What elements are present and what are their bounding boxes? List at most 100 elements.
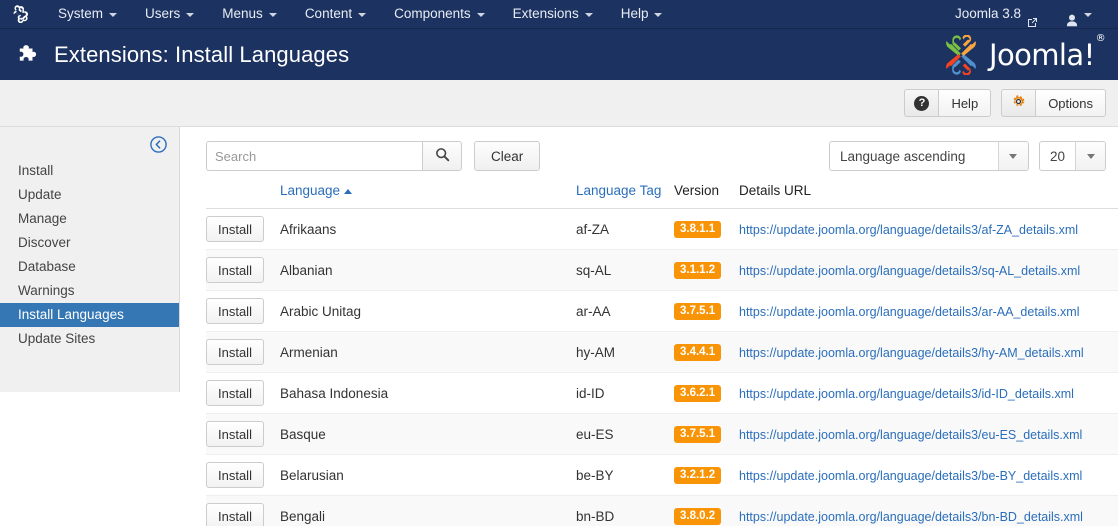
filter-right-group: Language ascending 20 bbox=[828, 141, 1106, 171]
chevron-down-icon bbox=[268, 13, 277, 17]
install-button[interactable]: Install bbox=[206, 339, 264, 365]
version-badge: 3.6.2.1 bbox=[674, 384, 722, 403]
search-input[interactable] bbox=[206, 141, 422, 171]
joomla-logo-mark bbox=[946, 34, 976, 75]
sidebar-item-discover[interactable]: Discover bbox=[0, 231, 179, 255]
column-header-language-tag-link[interactable]: Language Tag bbox=[576, 183, 661, 198]
install-button[interactable]: Install bbox=[206, 257, 264, 283]
sort-ascending-icon bbox=[344, 189, 353, 194]
install-button[interactable]: Install bbox=[206, 421, 264, 447]
sidebar-item-update[interactable]: Update bbox=[0, 183, 179, 207]
nav-item-system[interactable]: System bbox=[44, 0, 131, 28]
cell-install: Install bbox=[206, 249, 280, 291]
cell-install: Install bbox=[206, 454, 280, 496]
install-button[interactable]: Install bbox=[206, 216, 264, 242]
nav-item-extensions[interactable]: Extensions bbox=[499, 0, 607, 28]
user-menu-button[interactable] bbox=[1052, 0, 1106, 28]
details-url-link[interactable]: https://update.joomla.org/language/detai… bbox=[739, 305, 1079, 319]
cell-details-url: https://update.joomla.org/language/detai… bbox=[739, 454, 1118, 496]
cell-language: Belarusian bbox=[280, 454, 576, 496]
external-link-icon bbox=[1027, 10, 1038, 27]
details-url-link[interactable]: https://update.joomla.org/language/detai… bbox=[739, 387, 1074, 401]
column-header-language-link[interactable]: Language bbox=[280, 183, 340, 198]
nav-item-users[interactable]: Users bbox=[131, 0, 208, 28]
clear-button[interactable]: Clear bbox=[474, 141, 541, 171]
table-row: Install Belarusian be-BY 3.2.1.2 https:/… bbox=[206, 454, 1118, 496]
table-row: Install Arabic Unitag ar-AA 3.7.5.1 http… bbox=[206, 290, 1118, 332]
details-url-link[interactable]: https://update.joomla.org/language/detai… bbox=[739, 346, 1084, 360]
sort-select[interactable]: Language ascending bbox=[828, 141, 1029, 171]
table-row: Install Bahasa Indonesia id-ID 3.6.2.1 h… bbox=[206, 372, 1118, 414]
search-icon bbox=[435, 147, 450, 165]
page-title: Extensions: Install Languages bbox=[54, 41, 350, 67]
cell-install: Install bbox=[206, 208, 280, 250]
joomla-mark-icon[interactable] bbox=[8, 4, 34, 24]
details-url-link[interactable]: https://update.joomla.org/language/detai… bbox=[739, 223, 1078, 237]
cell-language: Armenian bbox=[280, 331, 576, 373]
nav-item-content[interactable]: Content bbox=[291, 0, 380, 28]
cell-install: Install bbox=[206, 331, 280, 373]
cell-version: 3.8.1.1 bbox=[674, 208, 739, 250]
chevron-down-icon bbox=[1075, 142, 1105, 170]
search-group bbox=[206, 141, 462, 171]
table-row: Install Armenian hy-AM 3.4.4.1 https://u… bbox=[206, 331, 1118, 373]
nav-item-menus[interactable]: Menus bbox=[208, 0, 291, 28]
options-icon-button[interactable] bbox=[1001, 89, 1036, 117]
cell-language-tag: eu-ES bbox=[576, 413, 674, 455]
cell-version: 3.6.2.1 bbox=[674, 372, 739, 414]
help-button[interactable]: Help bbox=[938, 89, 992, 117]
main-content: Clear Language ascending 20 Language bbox=[180, 127, 1118, 526]
details-url-link[interactable]: https://update.joomla.org/language/detai… bbox=[739, 428, 1082, 442]
cell-details-url: https://update.joomla.org/language/detai… bbox=[739, 331, 1118, 373]
nav-item-label: Components bbox=[394, 6, 471, 21]
search-button[interactable] bbox=[422, 141, 462, 171]
visit-site-link[interactable]: Joomla 3.8 bbox=[941, 0, 1052, 28]
table-row: Install Afrikaans af-ZA 3.8.1.1 https://… bbox=[206, 208, 1118, 250]
chevron-down-icon bbox=[584, 13, 593, 17]
cell-language-tag: af-ZA bbox=[576, 208, 674, 250]
sidebar-item-install[interactable]: Install bbox=[0, 159, 179, 183]
version-badge: 3.4.4.1 bbox=[674, 343, 722, 362]
cell-details-url: https://update.joomla.org/language/detai… bbox=[739, 249, 1118, 291]
cell-version: 3.4.4.1 bbox=[674, 331, 739, 373]
help-icon-button[interactable]: ? bbox=[904, 89, 939, 117]
install-button[interactable]: Install bbox=[206, 503, 264, 526]
options-button[interactable]: Options bbox=[1035, 89, 1106, 117]
details-url-link[interactable]: https://update.joomla.org/language/detai… bbox=[739, 264, 1080, 278]
top-navigation-bar: System Users Menus Content Components Ex… bbox=[0, 0, 1118, 28]
nav-item-label: Content bbox=[304, 6, 353, 21]
cell-version: 3.2.1.2 bbox=[674, 454, 739, 496]
sidebar-item-database[interactable]: Database bbox=[0, 255, 179, 279]
nav-item-help[interactable]: Help bbox=[607, 0, 677, 28]
details-url-link[interactable]: https://update.joomla.org/language/detai… bbox=[739, 469, 1082, 483]
sidebar-item-update-sites[interactable]: Update Sites bbox=[0, 327, 179, 351]
list-limit-select[interactable]: 20 bbox=[1038, 141, 1106, 171]
help-button-group: ? Help bbox=[904, 89, 992, 117]
column-header-details-url: Details URL bbox=[739, 183, 1118, 209]
nav-item-components[interactable]: Components bbox=[380, 0, 499, 28]
nav-item-label: Help bbox=[620, 6, 649, 21]
main-menu: System Users Menus Content Components Ex… bbox=[44, 0, 676, 28]
cell-language-tag: ar-AA bbox=[576, 290, 674, 332]
sidebar-item-install-languages[interactable]: Install Languages bbox=[0, 303, 179, 327]
details-url-link[interactable]: https://update.joomla.org/language/detai… bbox=[739, 510, 1083, 524]
cell-install: Install bbox=[206, 413, 280, 455]
install-button[interactable]: Install bbox=[206, 298, 264, 324]
version-badge: 3.7.5.1 bbox=[674, 425, 722, 444]
question-circle-icon: ? bbox=[914, 95, 930, 111]
install-button[interactable]: Install bbox=[206, 380, 264, 406]
sidebar: Install Update Manage Discover Database … bbox=[0, 127, 180, 392]
sidebar-item-manage[interactable]: Manage bbox=[0, 207, 179, 231]
column-header-language-tag[interactable]: Language Tag bbox=[576, 183, 674, 209]
arrow-circle-left-icon[interactable] bbox=[150, 136, 167, 153]
column-header-language[interactable]: Language bbox=[280, 183, 576, 209]
user-icon bbox=[1066, 9, 1078, 26]
cell-details-url: https://update.joomla.org/language/detai… bbox=[739, 290, 1118, 332]
cell-install: Install bbox=[206, 372, 280, 414]
chevron-down-icon bbox=[186, 13, 195, 17]
version-badge: 3.7.5.1 bbox=[674, 302, 722, 321]
nav-item-label: System bbox=[58, 6, 104, 21]
sidebar-item-warnings[interactable]: Warnings bbox=[0, 279, 179, 303]
install-button[interactable]: Install bbox=[206, 462, 264, 488]
version-badge: 3.2.1.2 bbox=[674, 466, 722, 485]
